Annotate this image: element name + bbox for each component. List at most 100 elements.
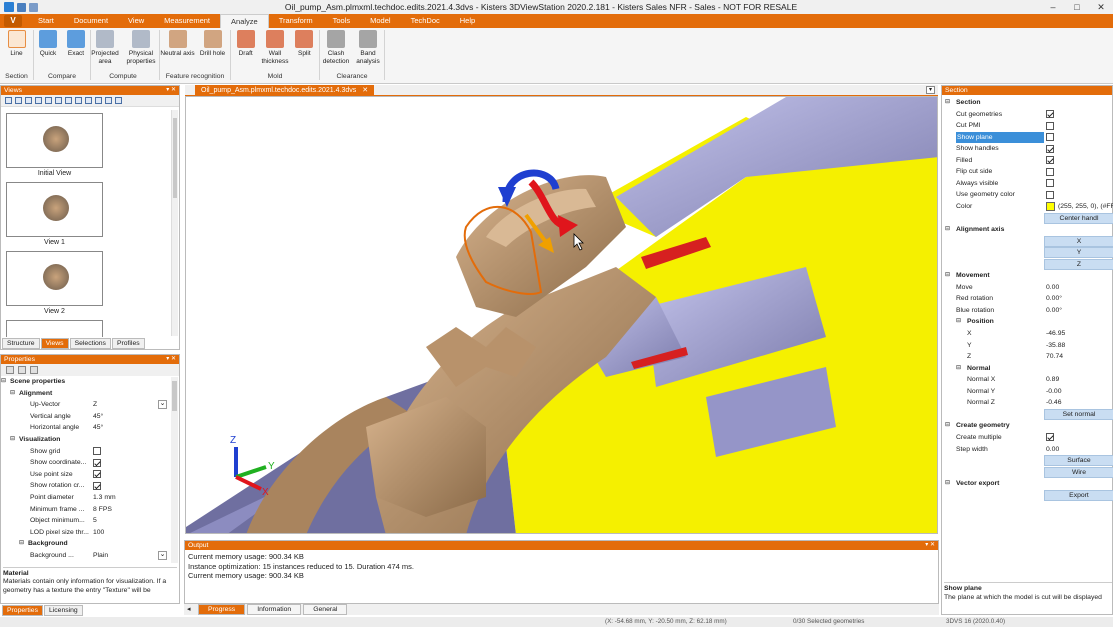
sort-icon[interactable]	[6, 366, 14, 374]
close-document-icon[interactable]: ✕	[362, 87, 368, 94]
section-property-value[interactable]: 0.00°	[1046, 293, 1062, 305]
drill-hole-button[interactable]: Drill hole	[195, 30, 230, 58]
categorize-icon[interactable]	[18, 366, 26, 374]
properties-scroll-thumb[interactable]	[172, 381, 177, 411]
menu-tab-analyze[interactable]: Analyze	[220, 14, 269, 28]
quick-undo-icon[interactable]	[29, 2, 38, 12]
tab-properties[interactable]: Properties	[2, 605, 43, 616]
view-tool-icon[interactable]	[65, 97, 72, 104]
output-scroll-left-icon[interactable]: ◂	[187, 605, 191, 613]
view-tool-icon[interactable]	[55, 97, 62, 104]
view-tool-icon[interactable]	[5, 97, 12, 104]
property-value[interactable]: 1.3 mm	[93, 492, 116, 504]
property-checkbox[interactable]	[93, 481, 101, 490]
view-thumbnail[interactable]	[6, 251, 103, 306]
property-value[interactable]: 5	[93, 515, 97, 527]
property-row[interactable]: Show coordinate...	[1, 457, 171, 469]
quick-save-icon[interactable]	[17, 2, 26, 12]
view-tool-icon[interactable]	[85, 97, 92, 104]
section-checkbox[interactable]	[1046, 133, 1054, 142]
section-row[interactable]: Z 70.74	[942, 351, 1112, 363]
property-value[interactable]: 45°	[93, 411, 103, 423]
menu-tab-start[interactable]: Start	[28, 14, 64, 28]
section-checkbox[interactable]	[1046, 190, 1054, 199]
properties-scrollbar[interactable]	[171, 377, 178, 563]
section-row[interactable]: Always visible	[942, 178, 1112, 190]
section-row[interactable]: Surface	[942, 455, 1113, 467]
collapse-icon[interactable]: ⊟	[945, 270, 950, 282]
property-value[interactable]: 100	[93, 527, 104, 539]
exact-button[interactable]: Exact	[62, 30, 90, 58]
panel-pin-icon[interactable]: ▾ ✕	[925, 541, 935, 550]
tab-structure[interactable]: Structure	[2, 338, 40, 349]
property-value[interactable]: 45°	[93, 422, 103, 434]
physical-properties-button[interactable]: Physical properties	[123, 30, 159, 65]
section-row[interactable]: Y -35.88	[942, 340, 1112, 352]
section-checkbox[interactable]	[1046, 156, 1054, 165]
view-thumbnail[interactable]	[6, 113, 103, 168]
section-row[interactable]: X	[942, 235, 1113, 248]
view-tool-icon[interactable]	[15, 97, 22, 104]
section-checkbox[interactable]	[1046, 121, 1054, 130]
section-property-value[interactable]: -0.00	[1046, 386, 1062, 398]
view-thumbnail[interactable]	[6, 182, 103, 237]
collapse-icon[interactable]: ⊟	[945, 97, 950, 109]
section-checkbox[interactable]	[1046, 433, 1054, 442]
output-tab-information[interactable]: Information	[247, 604, 302, 615]
property-value[interactable]: Z	[93, 399, 97, 411]
y-button[interactable]: Y	[1044, 247, 1113, 259]
split-button[interactable]: Split	[290, 30, 319, 58]
property-checkbox[interactable]	[93, 458, 101, 467]
quick-button[interactable]: Quick	[34, 30, 62, 58]
wire-button[interactable]: Wire	[1044, 466, 1113, 478]
section-row[interactable]: Color (255, 255, 0), (#FF	[942, 201, 1113, 213]
minimize-button[interactable]: –	[1041, 0, 1065, 14]
section-property-value[interactable]: 0.00	[1046, 444, 1059, 456]
section-row[interactable]: Y	[942, 247, 1113, 259]
section-row[interactable]: Blue rotation 0.00°	[942, 305, 1112, 317]
collapse-icon[interactable]: ⊟	[945, 224, 950, 236]
close-button[interactable]: ✕	[1089, 0, 1113, 14]
section-row[interactable]: Z	[942, 258, 1113, 271]
section-row[interactable]: Normal Y -0.00	[942, 386, 1112, 398]
view-tool-icon[interactable]	[25, 97, 32, 104]
filter-icon[interactable]	[30, 366, 38, 374]
view-tool-icon[interactable]	[75, 97, 82, 104]
view-tool-icon[interactable]	[115, 97, 122, 104]
section-checkbox[interactable]	[1046, 179, 1054, 188]
section-row[interactable]: X -46.95	[942, 328, 1112, 340]
section-row[interactable]: Flip cut side	[942, 166, 1112, 178]
draft-button[interactable]: Draft	[231, 30, 260, 58]
export-button[interactable]: Export	[1044, 489, 1113, 501]
property-row[interactable]: Up-Vector Z ⌄	[1, 399, 171, 411]
section-row[interactable]: Show handles	[942, 143, 1112, 155]
menu-tab-measurement[interactable]: Measurement	[154, 14, 220, 28]
menu-tab-help[interactable]: Help	[450, 14, 485, 28]
collapse-icon[interactable]: ⊟	[945, 478, 950, 490]
section-row[interactable]: Export	[942, 489, 1113, 502]
tab-selections[interactable]: Selections	[69, 338, 111, 349]
maximize-button[interactable]: □	[1065, 0, 1089, 14]
output-tab-general[interactable]: General	[303, 604, 348, 615]
dropdown-chevron-icon[interactable]: ⌄	[158, 400, 167, 410]
section-row[interactable]: Set normal	[942, 408, 1113, 421]
panel-pin-icon[interactable]: ▾ ✕	[166, 355, 176, 364]
section-property-value[interactable]: 0.00°	[1046, 305, 1062, 317]
set-normal-button[interactable]: Set normal	[1044, 408, 1113, 420]
collapse-icon[interactable]: ⊟	[1, 376, 6, 388]
property-row[interactable]: Vertical angle 45°	[1, 411, 171, 423]
section-row[interactable]: Cut PMI	[942, 120, 1112, 132]
property-row[interactable]: Object minimum... 5	[1, 515, 171, 527]
tab-profiles[interactable]: Profiles	[111, 338, 145, 349]
property-checkbox[interactable]	[93, 470, 101, 479]
section-checkbox[interactable]	[1046, 110, 1054, 119]
section-checkbox[interactable]	[1046, 144, 1054, 153]
collapse-icon[interactable]: ⊟	[10, 434, 15, 446]
document-tab[interactable]: Oil_pump_Asm.plmxml.techdoc.edits.2021.4…	[195, 85, 375, 96]
band-analysis-button[interactable]: Band analysis	[352, 30, 384, 65]
section-row[interactable]: Normal X 0.89	[942, 374, 1112, 386]
section-row[interactable]: Normal Z -0.46	[942, 397, 1112, 409]
section-property-value[interactable]: -35.88	[1046, 340, 1065, 352]
section-row[interactable]: Wire	[942, 466, 1113, 479]
section-property-value[interactable]: 70.74	[1046, 351, 1063, 363]
